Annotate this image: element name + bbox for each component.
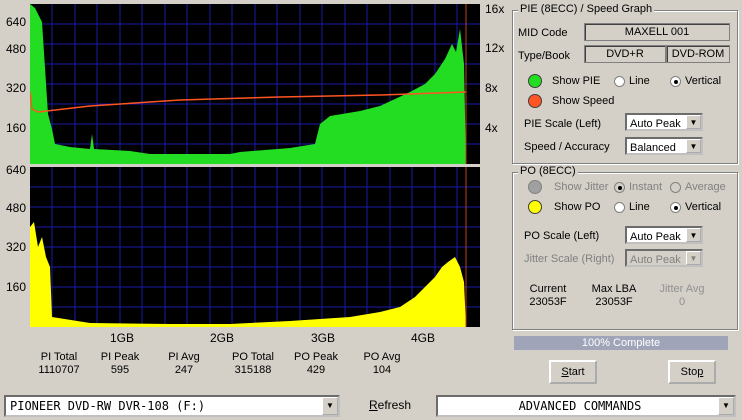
po-line-radio[interactable]	[614, 202, 625, 213]
x-tick-3gb: 3GB	[311, 331, 336, 345]
show-jitter-label: Show Jitter	[554, 181, 609, 193]
show-speed-label[interactable]: Show Speed	[552, 95, 614, 107]
stat-po-avg: PO Avg 104	[363, 351, 401, 376]
speed-color-swatch[interactable]	[528, 94, 542, 108]
stat-pi-peak: PI Peak 595	[100, 351, 140, 376]
po-y-tick-640: 640	[5, 163, 26, 177]
current-lba: Current 23053F	[529, 283, 567, 308]
pie-scale-select[interactable]: Auto Peak ▼	[625, 113, 703, 131]
x-tick-2gb: 2GB	[210, 331, 235, 345]
po-graph	[30, 167, 480, 327]
po-y-tick-320: 320	[5, 240, 26, 254]
progress-bar: 100% Complete	[514, 336, 728, 350]
chevron-down-icon[interactable]: ▼	[718, 397, 734, 415]
pie-vertical-label[interactable]: Vertical	[685, 75, 721, 87]
x-tick-4gb: 4GB	[411, 331, 436, 345]
x-tick-1gb: 1GB	[110, 331, 135, 345]
disc-type-field: DVD+R	[584, 45, 666, 63]
po-y-tick-160: 160	[5, 280, 26, 294]
pie-line-label[interactable]: Line	[629, 75, 650, 87]
pie-y-tick-160: 160	[5, 121, 26, 135]
stop-button[interactable]: Stop	[668, 360, 716, 384]
jitter-avg: Jitter Avg 0	[659, 283, 705, 308]
jitter-scale-select: Auto Peak ▼	[625, 249, 703, 267]
pie-speed-group-title: PIE (8ECC) / Speed Graph	[518, 3, 655, 15]
pie-y-tick-640: 640	[5, 15, 26, 29]
start-button[interactable]: Start	[549, 360, 597, 384]
stat-po-total: PO Total 315188	[232, 351, 274, 376]
refresh-link[interactable]: Refresh	[369, 398, 411, 412]
pie-color-swatch[interactable]	[528, 74, 542, 88]
chevron-down-icon[interactable]: ▼	[322, 397, 338, 415]
stat-pi-avg: PI Avg 247	[168, 351, 200, 376]
po-vertical-label[interactable]: Vertical	[685, 201, 721, 213]
pie-scale-label: PIE Scale (Left)	[524, 118, 602, 130]
po-scale-select[interactable]: Auto Peak ▼	[625, 226, 703, 244]
book-type-field: DVD-ROM	[666, 45, 730, 63]
stat-pi-total: PI Total 1110707	[38, 351, 80, 376]
speed-accuracy-label: Speed / Accuracy	[524, 141, 610, 153]
show-po-label[interactable]: Show PO	[554, 201, 600, 213]
po-line-label[interactable]: Line	[629, 201, 650, 213]
po-vertical-radio[interactable]	[670, 202, 681, 213]
po-y-tick-480: 480	[5, 201, 26, 215]
max-lba: Max LBA 23053F	[591, 283, 637, 308]
chevron-down-icon: ▼	[686, 251, 701, 265]
jitter-instant-radio	[614, 182, 625, 193]
po-group-title: PO (8ECC)	[518, 165, 578, 177]
drive-select[interactable]: PIONEER DVD-RW DVR-108 (F:) ▼	[4, 395, 340, 417]
mid-code-label: MID Code	[518, 27, 568, 39]
po-color-swatch[interactable]	[528, 200, 542, 214]
speed-tick-4x: 4x	[485, 121, 498, 135]
chevron-down-icon[interactable]: ▼	[686, 228, 701, 242]
speed-accuracy-select[interactable]: Balanced ▼	[625, 137, 703, 155]
po-scale-label: PO Scale (Left)	[524, 230, 600, 242]
speed-tick-8x: 8x	[485, 81, 498, 95]
pie-vertical-radio[interactable]	[670, 76, 681, 87]
jitter-average-radio	[670, 182, 681, 193]
mid-code-field: MAXELL 001	[584, 23, 730, 41]
chevron-down-icon[interactable]: ▼	[686, 115, 701, 129]
jitter-instant-label: Instant	[629, 181, 663, 193]
jitter-color-swatch	[528, 180, 542, 194]
pie-line-radio[interactable]	[614, 76, 625, 87]
pie-y-tick-480: 480	[5, 42, 26, 56]
jitter-scale-label: Jitter Scale (Right)	[524, 253, 615, 265]
jitter-average-label: Average	[685, 181, 726, 193]
pie-y-tick-320: 320	[5, 81, 26, 95]
chevron-down-icon[interactable]: ▼	[686, 139, 701, 153]
pie-graph	[30, 4, 480, 164]
type-book-label: Type/Book	[518, 50, 570, 62]
advanced-commands-select[interactable]: ADVANCED COMMANDS ▼	[436, 395, 736, 417]
show-pie-label[interactable]: Show PIE	[552, 75, 600, 87]
speed-tick-16x: 16x	[485, 2, 505, 16]
stat-po-peak: PO Peak 429	[293, 351, 339, 376]
speed-tick-12x: 12x	[485, 41, 505, 55]
